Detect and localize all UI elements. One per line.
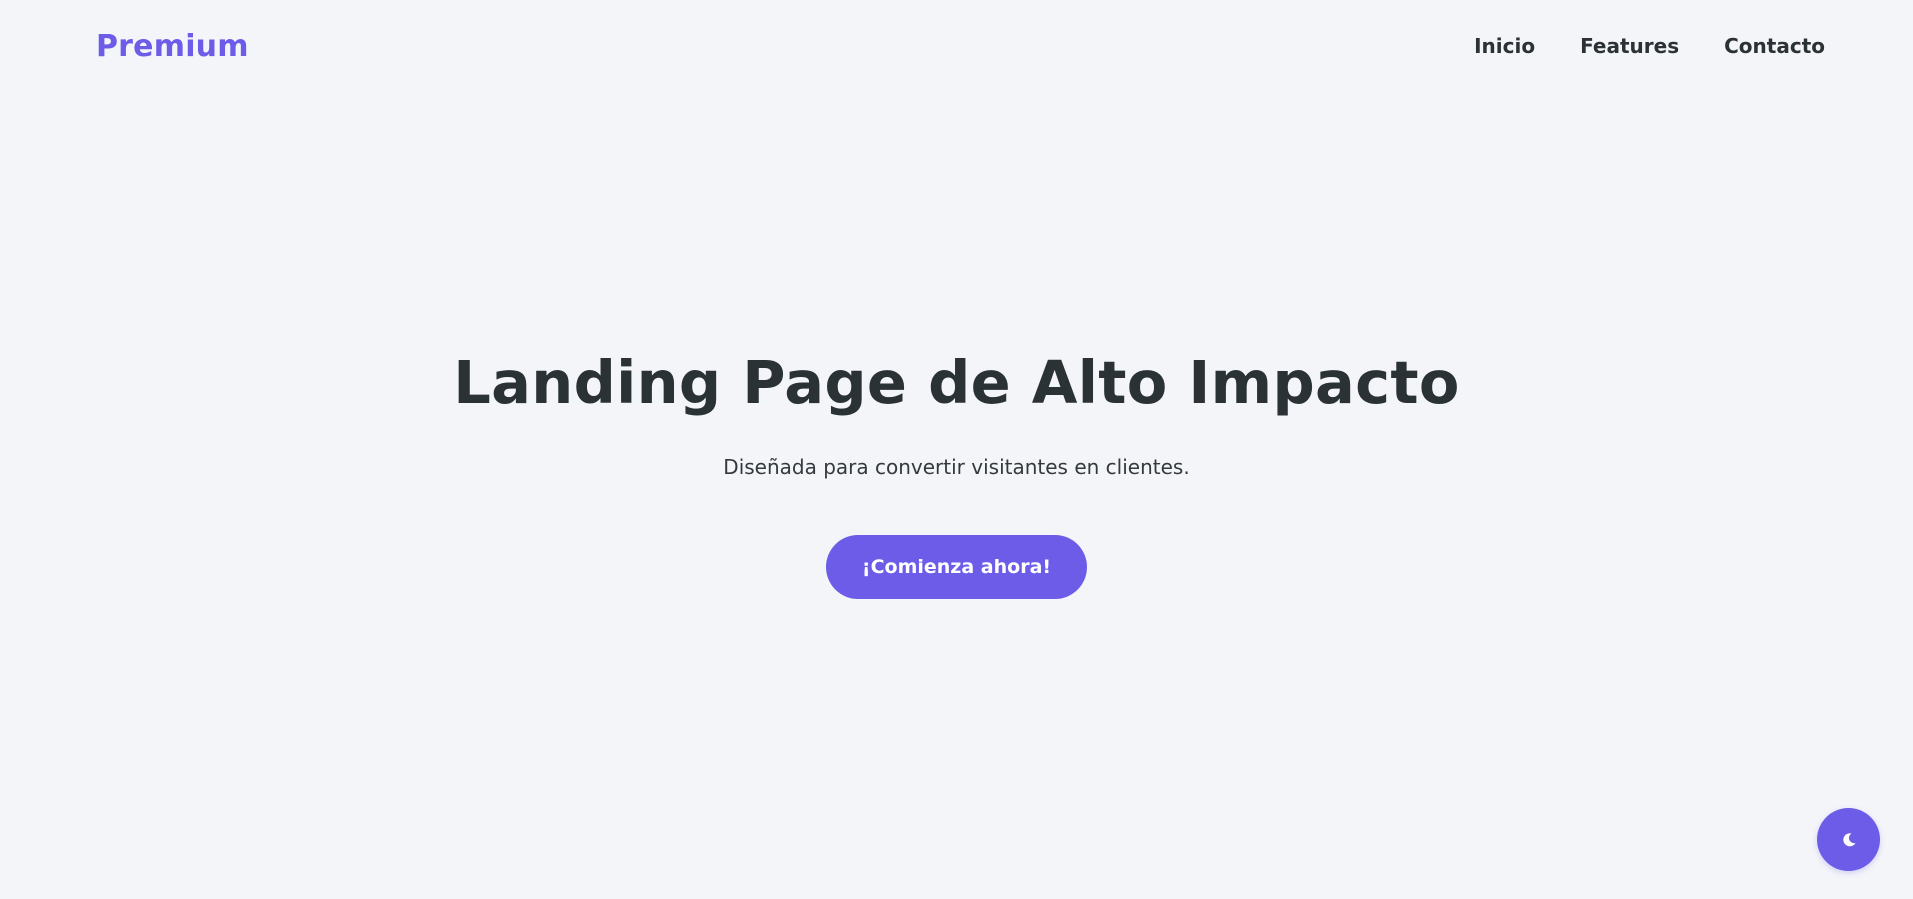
nav-link-features[interactable]: Features	[1580, 34, 1679, 58]
hero-title: Landing Page de Alto Impacto	[453, 348, 1460, 417]
brand-logo[interactable]: Premium	[96, 29, 249, 64]
nav-link-inicio[interactable]: Inicio	[1474, 34, 1535, 58]
theme-toggle-button[interactable]	[1817, 808, 1880, 871]
navbar: Premium Inicio Features Contacto	[0, 0, 1913, 92]
nav-link-contacto[interactable]: Contacto	[1724, 34, 1825, 58]
hero-subtitle: Diseñada para convertir visitantes en cl…	[723, 455, 1190, 479]
moon-icon	[1842, 832, 1855, 846]
cta-button[interactable]: ¡Comienza ahora!	[826, 535, 1087, 599]
nav-menu: Inicio Features Contacto	[1474, 34, 1825, 58]
hero-section: Landing Page de Alto Impacto Diseñada pa…	[0, 340, 1913, 599]
landing-page: Premium Inicio Features Contacto Landing…	[0, 0, 1913, 899]
